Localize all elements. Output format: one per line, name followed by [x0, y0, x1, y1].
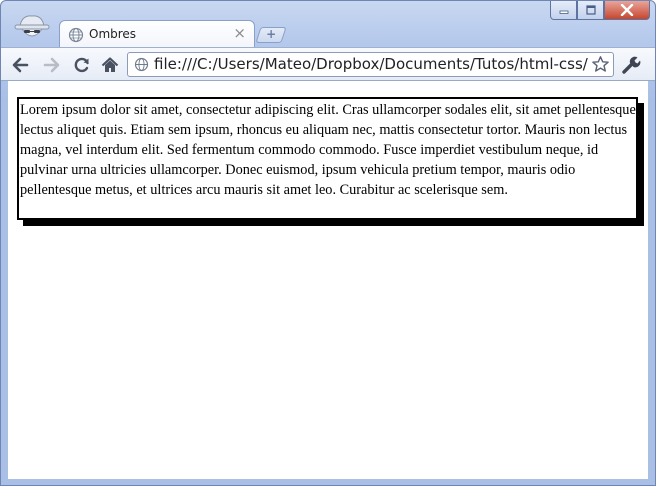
star-icon[interactable]	[591, 55, 610, 74]
wrench-icon[interactable]	[621, 55, 641, 74]
new-tab-button[interactable]: +	[255, 27, 287, 43]
forward-arrow-icon[interactable]	[43, 56, 61, 74]
home-icon[interactable]	[101, 56, 119, 74]
address-bar[interactable]: file:///C:/Users/Mateo/Dropbox/Documents…	[127, 52, 614, 77]
url-text[interactable]: file:///C:/Users/Mateo/Dropbox/Documents…	[154, 56, 588, 73]
close-icon	[620, 4, 634, 16]
tab-strip: Ombres × +	[1, 1, 655, 48]
globe-page-icon	[68, 27, 84, 43]
close-button[interactable]	[604, 1, 650, 20]
reload-icon[interactable]	[73, 56, 91, 74]
tab-close-icon[interactable]: ×	[233, 25, 246, 41]
minimize-icon	[559, 10, 568, 14]
lorem-paragraph: Lorem ipsum dolor sit amet, consectetur …	[20, 102, 636, 198]
maximize-button[interactable]	[577, 1, 604, 20]
toolbar: file:///C:/Users/Mateo/Dropbox/Documents…	[1, 47, 655, 81]
browser-window: Ombres × + file:///C:/Users/Mateo/Dropbo…	[0, 0, 656, 486]
shadowed-paragraph-box: Lorem ipsum dolor sit amet, consectetur …	[17, 97, 638, 220]
plus-icon: +	[266, 27, 277, 41]
back-arrow-icon[interactable]	[11, 56, 29, 74]
page-content: Lorem ipsum dolor sit amet, consectetur …	[8, 81, 648, 479]
maximize-icon	[585, 5, 596, 15]
tab-title: Ombres	[89, 27, 137, 41]
page-icon	[134, 57, 149, 72]
incognito-spy-icon	[12, 13, 52, 43]
tab-ombres[interactable]: Ombres ×	[59, 20, 255, 48]
minimize-button[interactable]	[550, 1, 577, 20]
